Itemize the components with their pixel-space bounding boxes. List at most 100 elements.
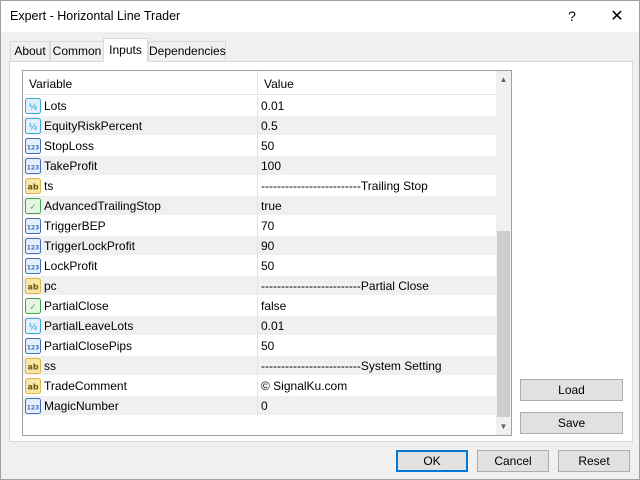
- variable-name: ts: [44, 179, 54, 193]
- table-row[interactable]: 123 StopLoss 50: [23, 136, 496, 156]
- variable-cell[interactable]: 123 PartialClosePips: [23, 336, 257, 356]
- table-row[interactable]: 123 MagicNumber 0: [23, 396, 496, 416]
- variable-name: LockProfit: [44, 259, 98, 273]
- value-cell[interactable]: 70: [261, 219, 274, 233]
- int-icon: 123: [25, 398, 41, 414]
- close-icon: ✕: [610, 8, 624, 25]
- vertical-scrollbar[interactable]: ▲ ▼: [496, 71, 511, 435]
- table-row[interactable]: ½ Lots 0.01: [23, 96, 496, 116]
- double-icon: ½: [25, 118, 41, 134]
- value-cell[interactable]: 0.01: [261, 99, 284, 113]
- scroll-up-arrow-icon[interactable]: ▲: [496, 71, 511, 88]
- variable-cell[interactable]: 123 TriggerLockProfit: [23, 236, 257, 256]
- int-icon: 123: [25, 218, 41, 234]
- svg-text:ab: ab: [27, 383, 38, 392]
- variable-name: AdvancedTrailingStop: [44, 199, 161, 213]
- cell-divider: [257, 176, 258, 196]
- value-cell[interactable]: 0: [261, 399, 268, 413]
- svg-text:123: 123: [27, 245, 40, 252]
- int-icon: 123: [25, 258, 41, 274]
- scrollbar-thumb[interactable]: [497, 231, 510, 417]
- variable-name: Lots: [44, 99, 67, 113]
- svg-text:123: 123: [27, 165, 40, 172]
- table-row[interactable]: 123 TriggerLockProfit 90: [23, 236, 496, 256]
- value-cell[interactable]: 50: [261, 259, 274, 273]
- inputs-grid: Variable Value ½ Lots 0.01 ½ EquityRiskPerce…: [22, 70, 512, 436]
- load-button[interactable]: Load: [520, 379, 623, 401]
- value-cell[interactable]: -------------------------System Setting: [261, 359, 442, 373]
- table-row[interactable]: 123 TriggerBEP 70: [23, 216, 496, 236]
- variable-cell[interactable]: ½ EquityRiskPercent: [23, 116, 257, 136]
- help-button[interactable]: ?: [553, 2, 591, 31]
- table-row[interactable]: ab TradeComment © SignalKu.com: [23, 376, 496, 396]
- variable-name: TriggerBEP: [44, 219, 106, 233]
- variable-cell[interactable]: 123 StopLoss: [23, 136, 257, 156]
- variable-cell[interactable]: ✓ AdvancedTrailingStop: [23, 196, 257, 216]
- value-cell[interactable]: true: [261, 199, 282, 213]
- variable-cell[interactable]: ab TradeComment: [23, 376, 257, 396]
- scroll-down-arrow-icon[interactable]: ▼: [496, 418, 511, 435]
- variable-cell[interactable]: 123 MagicNumber: [23, 396, 257, 416]
- value-cell[interactable]: -------------------------Trailing Stop: [261, 179, 428, 193]
- cell-divider: [257, 236, 258, 256]
- reset-button[interactable]: Reset: [558, 450, 630, 472]
- svg-text:✓: ✓: [30, 303, 37, 312]
- variable-cell[interactable]: ab ts: [23, 176, 257, 196]
- table-row[interactable]: ab ts -------------------------Trailing St…: [23, 176, 496, 196]
- cell-divider: [257, 376, 258, 396]
- save-button[interactable]: Save: [520, 412, 623, 434]
- column-divider[interactable]: [257, 71, 258, 95]
- variable-name: EquityRiskPercent: [44, 119, 143, 133]
- variable-cell[interactable]: 123 TakeProfit: [23, 156, 257, 176]
- column-header-value[interactable]: Value: [264, 77, 294, 91]
- table-row[interactable]: ab pc -------------------------Partial Clo…: [23, 276, 496, 296]
- variable-cell[interactable]: ab pc: [23, 276, 257, 296]
- grid-header: Variable Value: [23, 71, 496, 95]
- table-row[interactable]: 123 PartialClosePips 50: [23, 336, 496, 356]
- column-header-variable[interactable]: Variable: [29, 77, 72, 91]
- value-cell[interactable]: 100: [261, 159, 281, 173]
- int-icon: 123: [25, 338, 41, 354]
- variable-name: PartialClosePips: [44, 339, 133, 353]
- tab-common[interactable]: Common: [50, 41, 104, 61]
- svg-text:½: ½: [29, 122, 37, 132]
- value-cell[interactable]: 90: [261, 239, 274, 253]
- cell-divider: [257, 356, 258, 376]
- table-row[interactable]: ½ EquityRiskPercent 0.5: [23, 116, 496, 136]
- value-cell[interactable]: false: [261, 299, 286, 313]
- table-row[interactable]: ✓ AdvancedTrailingStop true: [23, 196, 496, 216]
- svg-text:123: 123: [27, 345, 40, 352]
- svg-text:ab: ab: [27, 183, 38, 192]
- variable-cell[interactable]: ab ss: [23, 356, 257, 376]
- cell-divider: [257, 316, 258, 336]
- value-cell[interactable]: -------------------------Partial Close: [261, 279, 429, 293]
- variable-cell[interactable]: ½ PartialLeaveLots: [23, 316, 257, 336]
- svg-text:½: ½: [29, 322, 37, 332]
- variable-cell[interactable]: ✓ PartialClose: [23, 296, 257, 316]
- variable-name: MagicNumber: [44, 399, 119, 413]
- cancel-button[interactable]: Cancel: [477, 450, 549, 472]
- variable-cell[interactable]: 123 TriggerBEP: [23, 216, 257, 236]
- table-row[interactable]: ½ PartialLeaveLots 0.01: [23, 316, 496, 336]
- help-icon: ?: [568, 8, 576, 24]
- table-row[interactable]: 123 LockProfit 50: [23, 256, 496, 276]
- ok-button[interactable]: OK: [396, 450, 468, 472]
- tab-dependencies[interactable]: Dependencies: [148, 41, 226, 61]
- cell-divider: [257, 196, 258, 216]
- svg-text:123: 123: [27, 405, 40, 412]
- tab-inputs[interactable]: Inputs: [103, 38, 148, 62]
- close-button[interactable]: ✕: [597, 2, 637, 31]
- cell-divider: [257, 336, 258, 356]
- variable-cell[interactable]: 123 LockProfit: [23, 256, 257, 276]
- value-cell[interactable]: 50: [261, 139, 274, 153]
- value-cell[interactable]: 0.5: [261, 119, 278, 133]
- value-cell[interactable]: 0.01: [261, 319, 284, 333]
- value-cell[interactable]: 50: [261, 339, 274, 353]
- table-row[interactable]: 123 TakeProfit 100: [23, 156, 496, 176]
- table-row[interactable]: ab ss -------------------------System Sett…: [23, 356, 496, 376]
- value-cell[interactable]: © SignalKu.com: [261, 379, 347, 393]
- table-row[interactable]: ✓ PartialClose false: [23, 296, 496, 316]
- tab-about[interactable]: About: [10, 41, 50, 61]
- variable-cell[interactable]: ½ Lots: [23, 96, 257, 116]
- svg-text:ab: ab: [27, 283, 38, 292]
